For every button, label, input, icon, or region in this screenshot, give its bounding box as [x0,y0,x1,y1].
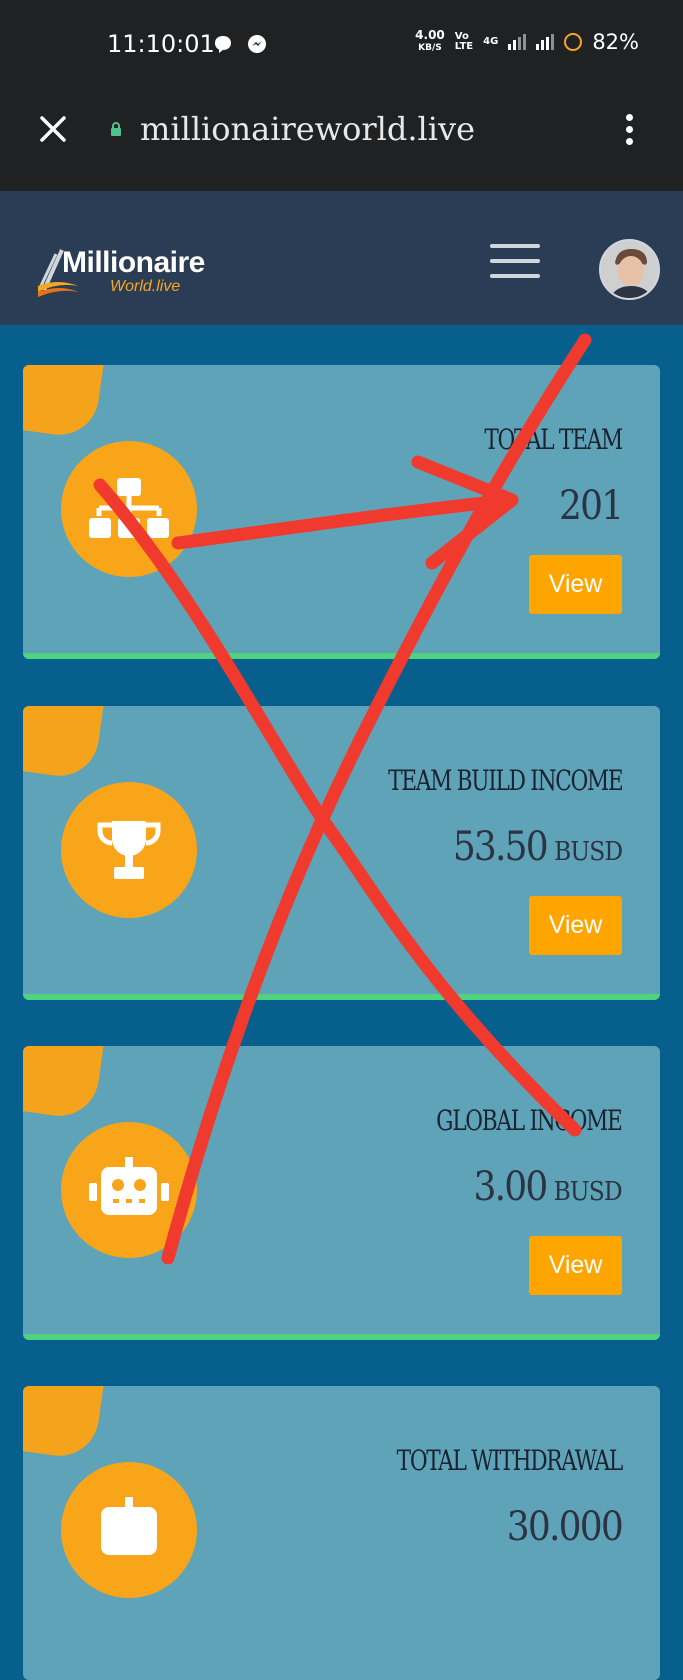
card-corner-decoration [23,365,108,440]
card-title: TOTAL TEAM [484,423,624,456]
chat-bubble-icon [215,35,231,53]
close-icon[interactable] [38,114,68,144]
trophy-icon [97,821,161,879]
card-value: 30.000 [506,1504,624,1550]
site-logo[interactable]: Millionaire World.live [38,240,228,300]
card-divider [23,653,660,659]
card-value: 201 [558,483,624,529]
notification-icons [212,32,268,55]
signal-icon [508,34,527,50]
card-divider [23,1334,660,1340]
card-global-income: GLOBAL INCOME 3.00 BUSD View [23,1046,660,1340]
lock-icon [111,122,121,136]
more-options-icon[interactable] [621,114,637,148]
robot-icon-badge [61,1122,197,1258]
card-total-withdrawal: TOTAL WITHDRAWAL 30.000 [23,1386,660,1680]
logo-text: Millionaire [62,246,205,279]
volte-badge: Vo LTE [454,31,474,52]
status-bar: 11:10:01 4.00 KB/S Vo LTE 4G 82% [0,0,683,88]
card-corner-decoration [23,706,108,781]
sitemap-icon-badge [61,441,197,577]
avatar[interactable] [599,239,660,300]
view-button[interactable]: View [529,555,622,614]
robot-icon-badge [61,1462,197,1598]
card-corner-decoration [23,1386,108,1461]
logo-subtext: World.live [110,278,181,295]
card-team-build-income: TEAM BUILD INCOME 53.50 BUSD View [23,706,660,1000]
card-title: GLOBAL INCOME [436,1104,624,1137]
trophy-icon-badge [61,782,197,918]
card-divider [23,994,660,1000]
card-corner-decoration [23,1046,108,1121]
robot-icon [89,1157,169,1215]
net-speed: 4.00 KB/S [415,28,445,53]
card-value: 53.50 BUSD [452,824,623,870]
card-total-team: TOTAL TEAM 201 View [23,365,660,659]
sitemap-icon [89,478,169,538]
status-time: 11:10:01 [107,30,215,58]
card-value: 3.00 BUSD [473,1164,623,1210]
card-title: TOTAL WITHDRAWAL [396,1444,624,1477]
url-text[interactable]: millionaireworld.live [140,110,475,148]
robot-icon [101,1497,157,1555]
signal-icon-2 [536,34,555,50]
view-button[interactable]: View [529,1236,622,1295]
status-right: 4.00 KB/S Vo LTE 4G 82% [415,28,639,54]
menu-icon[interactable] [490,244,540,278]
messenger-icon [247,34,266,53]
battery-level: 82% [592,30,639,54]
view-button[interactable]: View [529,896,622,955]
battery-saver-icon [564,33,583,51]
card-title: TEAM BUILD INCOME [387,764,624,797]
network-type: 4G [483,36,499,47]
